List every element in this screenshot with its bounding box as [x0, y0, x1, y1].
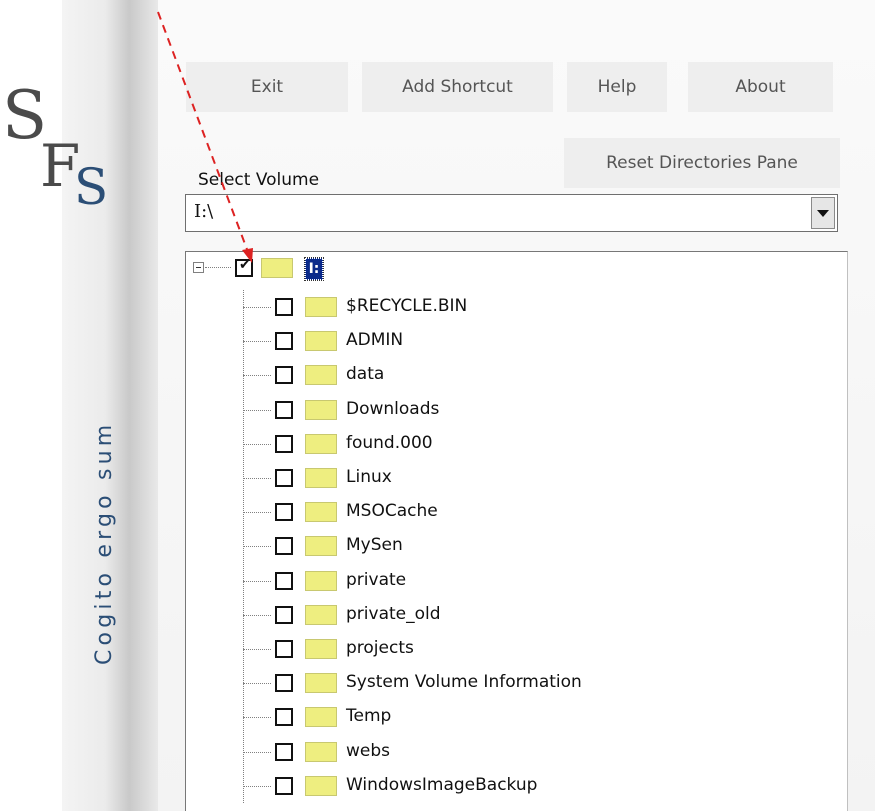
arrow-head-icon	[242, 248, 253, 263]
annotation-arrow	[157, 11, 253, 263]
